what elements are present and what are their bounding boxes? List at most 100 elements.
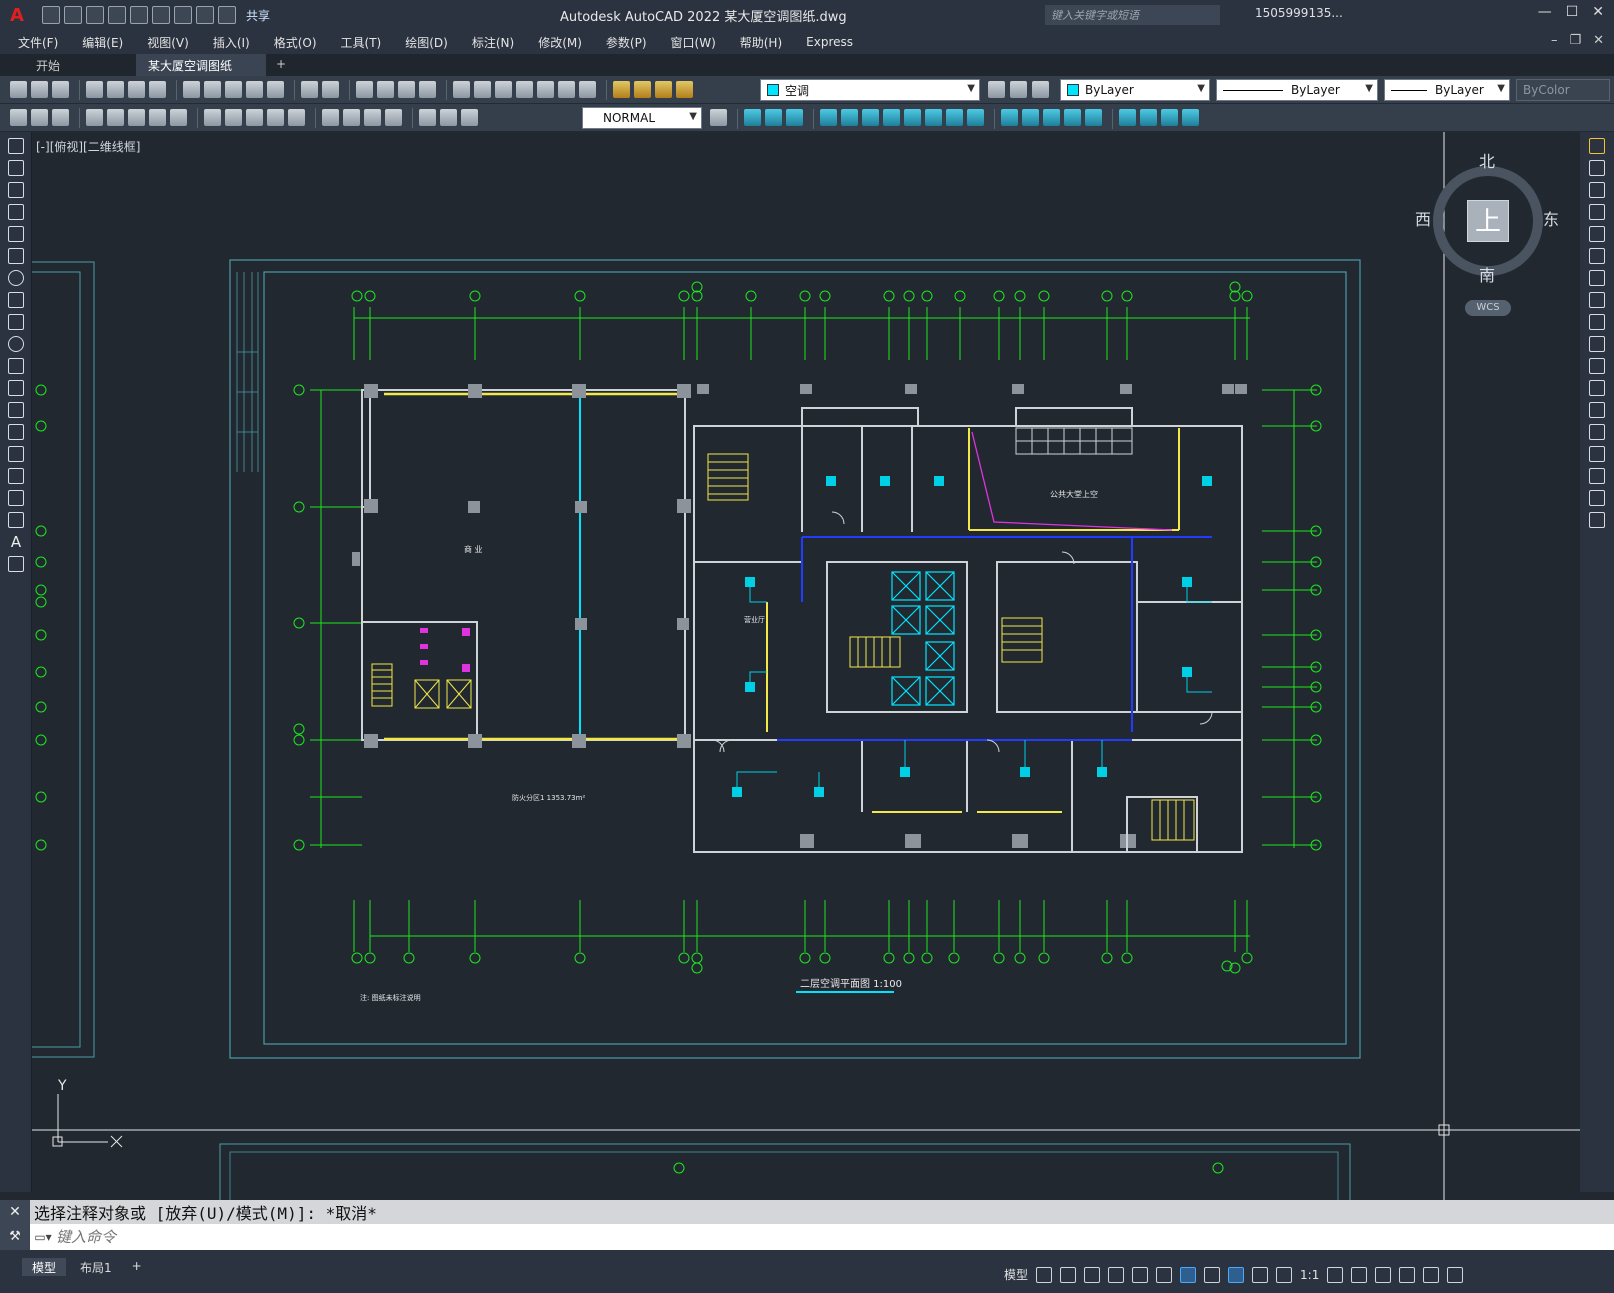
break-at-point-icon[interactable] xyxy=(1589,380,1605,396)
auto-scale-icon[interactable] xyxy=(1252,1266,1269,1283)
view-front-icon[interactable] xyxy=(744,109,761,126)
gradient-icon[interactable] xyxy=(8,468,24,484)
layer-lock-icon[interactable] xyxy=(676,81,693,98)
menu-edit[interactable]: 编辑(E) xyxy=(82,34,123,51)
user-account[interactable]: 1505999135... xyxy=(1255,6,1343,20)
lineweight-dropdown[interactable]: ByLayer ▼ xyxy=(1384,79,1510,101)
dim-arc-icon[interactable] xyxy=(52,109,69,126)
copy-icon[interactable] xyxy=(204,81,221,98)
inspection-icon[interactable] xyxy=(364,109,381,126)
ucs-face-icon[interactable] xyxy=(883,109,900,126)
sheet-set-icon[interactable] xyxy=(516,81,533,98)
dim-edit-icon[interactable] xyxy=(419,109,436,126)
search-input[interactable]: 键入关键字或短语 xyxy=(1045,5,1220,25)
dim-style-icon[interactable] xyxy=(710,109,727,126)
menu-view[interactable]: 视图(V) xyxy=(147,34,189,51)
open-web-icon[interactable] xyxy=(130,6,148,24)
rotate-icon[interactable] xyxy=(1589,270,1605,286)
object-snap-icon[interactable] xyxy=(1180,1266,1197,1283)
ucs-3point-icon[interactable] xyxy=(1001,109,1018,126)
grid-icon[interactable] xyxy=(1036,1266,1053,1283)
object-snap-tracking-icon[interactable] xyxy=(1156,1266,1173,1283)
array-icon[interactable] xyxy=(1589,226,1605,242)
region-icon[interactable] xyxy=(8,490,24,506)
wcs-menu[interactable]: WCS xyxy=(1465,300,1511,316)
customize-wrench-icon[interactable]: ⚒ xyxy=(0,1224,30,1250)
mirror-icon[interactable] xyxy=(1589,182,1605,198)
dim-jogged-icon[interactable] xyxy=(128,109,145,126)
ucs-x-icon[interactable] xyxy=(1022,109,1039,126)
ucs-prev-icon[interactable] xyxy=(862,109,879,126)
menu-express[interactable]: Express xyxy=(806,35,853,49)
ellipse-icon[interactable] xyxy=(8,336,24,352)
dim-diameter-icon[interactable] xyxy=(149,109,166,126)
ellipse-arc-icon[interactable] xyxy=(8,358,24,374)
menu-draw[interactable]: 绘图(D) xyxy=(405,34,448,51)
layer-states-icon[interactable] xyxy=(1032,81,1049,98)
menu-parametric[interactable]: 参数(P) xyxy=(606,34,647,51)
trim-icon[interactable] xyxy=(1589,336,1605,352)
annotation-scale-icon[interactable] xyxy=(1276,1266,1293,1283)
revision-cloud-icon[interactable] xyxy=(8,292,24,308)
redo-icon[interactable] xyxy=(322,81,339,98)
ucs-zaxis-icon[interactable] xyxy=(967,109,984,126)
command-close-icon[interactable]: ✕ xyxy=(0,1200,30,1224)
close-icon[interactable]: ✕ xyxy=(1592,4,1604,20)
undo-icon[interactable] xyxy=(196,6,214,24)
camera-icon[interactable] xyxy=(1161,109,1178,126)
jogged-linear-icon[interactable] xyxy=(385,109,402,126)
properties-icon[interactable] xyxy=(453,81,470,98)
ucs-origin-icon[interactable] xyxy=(946,109,963,126)
model-layout-tab[interactable]: 模型 xyxy=(22,1258,67,1276)
arc-icon[interactable] xyxy=(8,248,24,264)
polygon-icon[interactable] xyxy=(8,204,24,220)
annotation-scale-value[interactable]: 1:1 xyxy=(1300,1268,1319,1282)
share-button[interactable]: 共享 xyxy=(246,7,270,24)
compass-east[interactable]: 东 xyxy=(1543,206,1559,230)
undo-icon[interactable] xyxy=(301,81,318,98)
make-block-icon[interactable] xyxy=(8,402,24,418)
dim-text-edit-icon[interactable] xyxy=(440,109,457,126)
tab-start[interactable]: 开始 xyxy=(24,54,134,76)
new-tab-button[interactable]: + xyxy=(268,54,294,76)
ucs-y-icon[interactable] xyxy=(1043,109,1060,126)
open-icon[interactable] xyxy=(31,81,48,98)
join-icon[interactable] xyxy=(1589,424,1605,440)
clean-screen-icon[interactable] xyxy=(1423,1266,1440,1283)
linetype-dropdown[interactable]: ByLayer ▼ xyxy=(1216,79,1378,101)
save-as-icon[interactable] xyxy=(108,6,126,24)
block-editor-icon[interactable] xyxy=(267,81,284,98)
plot-preview-icon[interactable] xyxy=(107,81,124,98)
tolerance-icon[interactable] xyxy=(322,109,339,126)
doc-restore-icon[interactable]: ❐ xyxy=(1569,33,1581,48)
menu-modify[interactable]: 修改(M) xyxy=(538,34,582,51)
open-file-icon[interactable] xyxy=(64,6,82,24)
ucs-view-icon[interactable] xyxy=(925,109,942,126)
annotation-monitor-icon[interactable] xyxy=(1351,1266,1368,1283)
isodraft-icon[interactable] xyxy=(1132,1266,1149,1283)
layer-properties-icon[interactable] xyxy=(613,81,630,98)
ucs-apply-icon[interactable] xyxy=(1085,109,1102,126)
menu-format[interactable]: 格式(O) xyxy=(274,34,317,51)
recent-commands-icon[interactable]: ▭▾ xyxy=(30,1230,56,1244)
compass-west[interactable]: 西 xyxy=(1415,206,1431,230)
menu-file[interactable]: 文件(F) xyxy=(18,34,58,51)
multiline-text-icon[interactable]: A xyxy=(8,534,24,550)
layer-on-icon[interactable] xyxy=(634,81,651,98)
fillet-icon[interactable] xyxy=(1589,468,1605,484)
menu-help[interactable]: 帮助(H) xyxy=(740,34,782,51)
save-web-icon[interactable] xyxy=(152,6,170,24)
hardware-acceleration-icon[interactable] xyxy=(1399,1266,1416,1283)
snap-icon[interactable] xyxy=(1060,1266,1077,1283)
paste-icon[interactable] xyxy=(225,81,242,98)
dim-angular-icon[interactable] xyxy=(170,109,187,126)
customization-menu-icon[interactable] xyxy=(1447,1266,1464,1283)
erase-icon[interactable] xyxy=(1589,138,1605,154)
center-mark-icon[interactable] xyxy=(343,109,360,126)
3dprint-icon[interactable] xyxy=(149,81,166,98)
workspace-gear-icon[interactable] xyxy=(1327,1266,1344,1283)
doc-minimize-icon[interactable]: – xyxy=(1551,33,1558,48)
dim-radius-icon[interactable] xyxy=(107,109,124,126)
break-icon[interactable] xyxy=(1589,402,1605,418)
maximize-icon[interactable]: ☐ xyxy=(1566,4,1579,20)
